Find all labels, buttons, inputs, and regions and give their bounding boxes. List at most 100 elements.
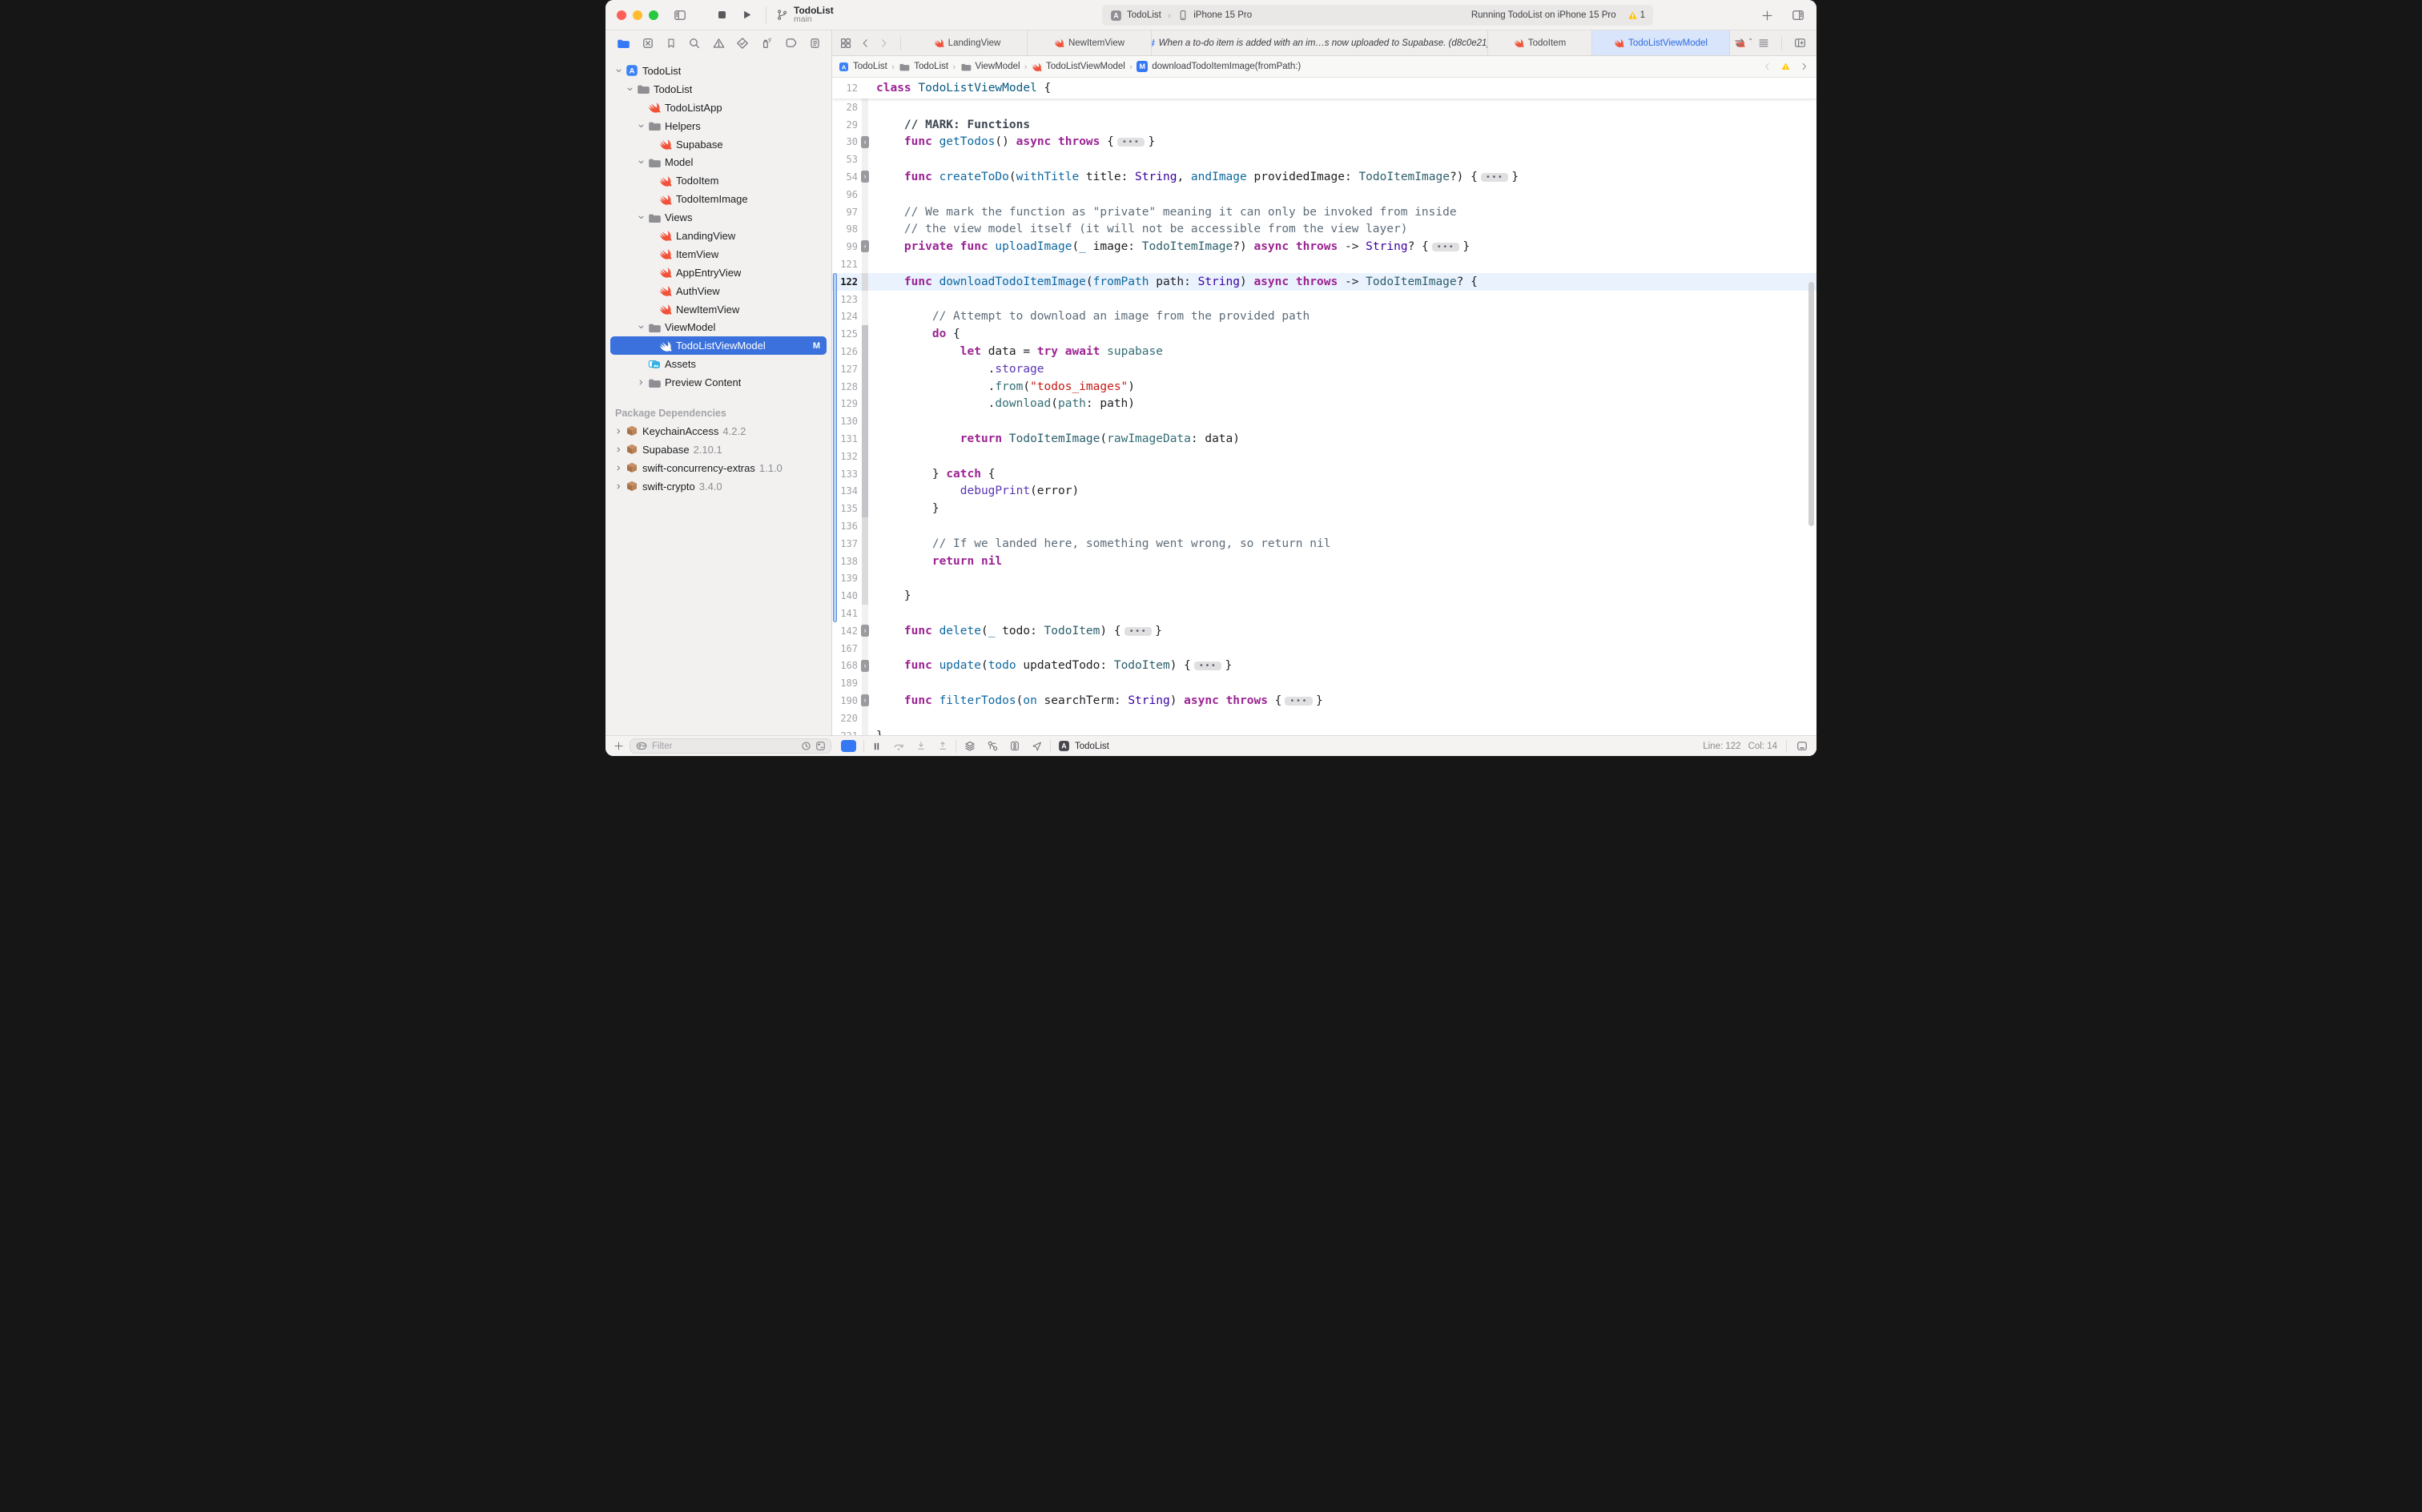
code-line-96[interactable]: 96 (832, 186, 1816, 203)
package-item-keychainaccess[interactable]: KeychainAccess4.2.2 (610, 422, 827, 440)
breadcrumb-item-1[interactable]: TodoList (899, 62, 948, 72)
tab-todolistviewmodel[interactable]: TodoListViewModel (1592, 30, 1730, 55)
package-item-supabase[interactable]: Supabase2.10.1 (610, 440, 827, 459)
line-number[interactable]: 168 (832, 660, 862, 671)
code-line-189[interactable]: 189 (832, 674, 1816, 692)
fold-ribbon-segment[interactable] (862, 378, 868, 396)
debug-navigator-icon[interactable] (760, 37, 773, 50)
source-control-navigator-icon[interactable] (642, 37, 654, 50)
line-number[interactable]: 54 (832, 171, 862, 183)
previous-issue-icon[interactable] (1763, 62, 1772, 71)
code-line-132[interactable]: 132 (832, 448, 1816, 465)
minimize-window-button[interactable] (633, 10, 642, 20)
line-number[interactable]: 220 (832, 713, 862, 724)
warning-badge[interactable]: 1 (1627, 10, 1645, 21)
fold-ribbon-segment[interactable] (862, 674, 868, 692)
related-items-icon[interactable] (839, 37, 852, 50)
fold-ribbon-segment[interactable] (862, 570, 868, 588)
step-into-icon[interactable] (915, 740, 927, 752)
breadcrumb-item-4[interactable]: MdownloadTodoItemImage(fromPath:) (1137, 61, 1301, 72)
line-number[interactable]: 142 (832, 625, 862, 637)
code-fold-arrow-icon[interactable]: › (861, 694, 869, 706)
chevron-right-icon[interactable] (614, 463, 624, 473)
tree-item-authview[interactable]: AuthView (610, 282, 827, 300)
editor-layout-icon[interactable] (1796, 740, 1808, 752)
code-fold-arrow-icon[interactable]: › (861, 240, 869, 252)
code-line-142[interactable]: 142› func delete(_ todo: TodoItem) {•••} (832, 622, 1816, 640)
chevron-down-icon[interactable] (614, 66, 624, 76)
view-hierarchy-icon[interactable] (964, 740, 976, 752)
fold-ribbon-segment[interactable] (862, 640, 868, 657)
tree-item-todoitemimage[interactable]: TodoItemImage (610, 190, 827, 208)
project-navigator-icon[interactable] (616, 37, 630, 50)
code-fold-arrow-icon[interactable]: › (861, 171, 869, 183)
code-line-130[interactable]: 130 (832, 412, 1816, 430)
code-line-98[interactable]: 98 // the view model itself (it will not… (832, 221, 1816, 239)
code-line-220[interactable]: 220 (832, 710, 1816, 727)
fold-ribbon-segment[interactable] (862, 430, 868, 448)
tab-todoitem[interactable]: TodoItem (1488, 30, 1592, 55)
code-line-127[interactable]: 127 .storage (832, 360, 1816, 378)
code-line-128[interactable]: 128 .from("todos_images") (832, 378, 1816, 396)
chevron-right-icon[interactable] (614, 481, 624, 492)
fold-ribbon-segment[interactable] (862, 203, 868, 221)
code-line-99[interactable]: 99› private func uploadImage(_ image: To… (832, 238, 1816, 255)
fold-ribbon-segment[interactable] (862, 273, 868, 291)
code-line-168[interactable]: 168› func update(todo updatedTodo: TodoI… (832, 657, 1816, 675)
tree-item-appentryview[interactable]: AppEntryView (610, 263, 827, 282)
code-line-136[interactable]: 136 (832, 517, 1816, 535)
tree-item-model[interactable]: Model (610, 153, 827, 171)
fold-ribbon-segment[interactable] (862, 483, 868, 501)
code-fold-arrow-icon[interactable]: › (861, 660, 869, 672)
code-line-135[interactable]: 135 } (832, 500, 1816, 517)
fold-ribbon-segment[interactable] (862, 710, 868, 727)
tree-item-todolistviewmodel[interactable]: TodoListViewModelM (610, 336, 827, 355)
add-editor-icon[interactable] (1793, 37, 1807, 49)
tab-newitemview[interactable]: NewItemView (1028, 30, 1152, 55)
chevron-right-icon[interactable] (636, 377, 646, 388)
fold-ribbon-segment[interactable] (862, 412, 868, 430)
breadcrumb-item-0[interactable]: ATodoList (839, 62, 887, 72)
debug-workflow-icon[interactable] (987, 740, 999, 752)
code-line-29[interactable]: 29 // MARK: Functions (832, 116, 1816, 134)
jump-bar[interactable]: ATodoList›TodoList›ViewModel›TodoListVie… (832, 56, 1816, 78)
breadcrumb-item-2[interactable]: ViewModel (960, 62, 1020, 72)
find-navigator-icon[interactable] (688, 37, 701, 50)
fold-ribbon-segment[interactable] (862, 465, 868, 483)
line-number[interactable]: 97 (832, 207, 862, 218)
code-line-139[interactable]: 139 (832, 570, 1816, 588)
chevron-down-icon[interactable] (636, 121, 646, 131)
fold-ribbon-segment[interactable] (862, 553, 868, 570)
reports-navigator-icon[interactable] (809, 37, 821, 50)
recent-files-icon[interactable] (801, 741, 811, 751)
go-forward-icon[interactable] (879, 38, 889, 49)
scheme-selector[interactable]: TodoList main (776, 6, 834, 25)
chevron-down-icon[interactable] (636, 322, 646, 332)
pause-execution-icon[interactable] (871, 741, 882, 752)
fold-ribbon-segment[interactable] (862, 291, 868, 308)
tree-item-todoitem[interactable]: TodoItem (610, 171, 827, 190)
issue-warning-icon[interactable] (1780, 62, 1791, 71)
breakpoints-navigator-icon[interactable] (784, 37, 798, 50)
running-app-icon[interactable]: A (1058, 740, 1070, 752)
fold-ribbon-segment[interactable] (862, 587, 868, 605)
fold-ribbon-segment[interactable] (862, 360, 868, 378)
code-line-122[interactable]: 122 func downloadTodoItemImage(fromPath … (832, 273, 1816, 291)
fold-ribbon-segment[interactable] (862, 99, 868, 116)
line-number[interactable]: 167 (832, 643, 862, 654)
code-line-141[interactable]: 141 (832, 605, 1816, 622)
line-number[interactable]: 121 (832, 259, 862, 270)
code-review-icon[interactable] (1733, 37, 1746, 49)
code-line-28[interactable]: 28 (832, 99, 1816, 116)
run-button[interactable] (741, 9, 753, 21)
fold-ribbon-segment[interactable] (862, 221, 868, 239)
tab-landingview[interactable]: LandingView (907, 30, 1028, 55)
tests-navigator-icon[interactable] (736, 37, 749, 50)
tree-item-helpers[interactable]: Helpers (610, 117, 827, 135)
line-number[interactable]: 28 (832, 102, 862, 113)
line-number[interactable]: 98 (832, 223, 862, 235)
chevron-right-icon[interactable] (614, 444, 624, 455)
source-control-change-bar[interactable] (833, 273, 837, 622)
tree-item-itemview[interactable]: ItemView (610, 245, 827, 263)
package-item-swift-concurrency-extras[interactable]: swift-concurrency-extras1.1.0 (610, 459, 827, 477)
